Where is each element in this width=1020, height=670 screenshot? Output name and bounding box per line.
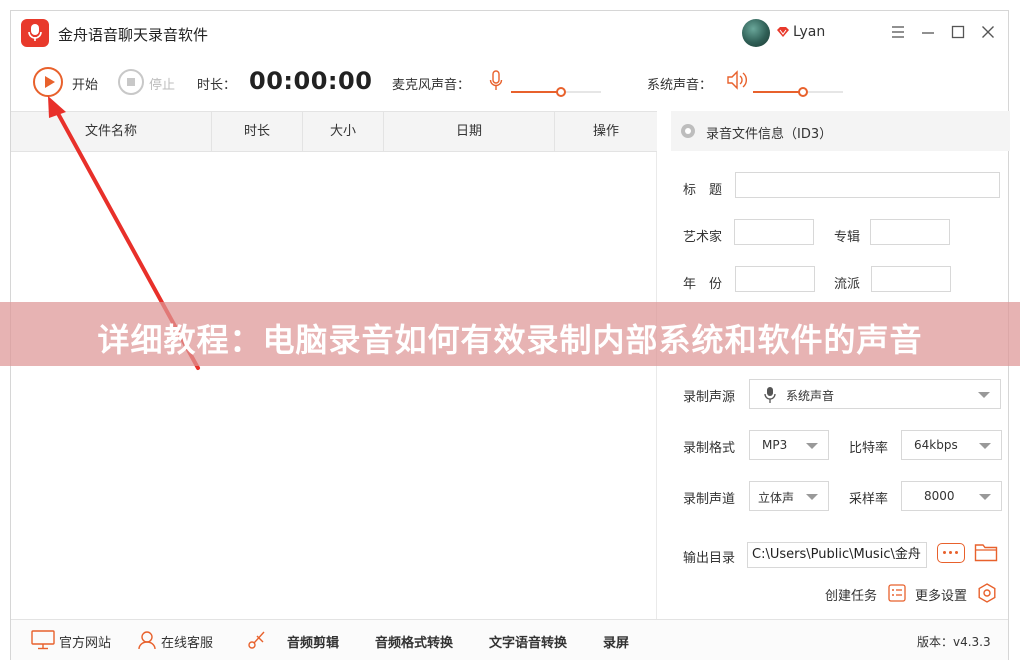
album-field-label: 专辑	[834, 230, 861, 245]
system-volume-label: 系统声音：	[647, 78, 713, 93]
minimize-icon	[922, 32, 934, 34]
genre-field-label: 流派	[834, 277, 861, 292]
column-header-actions: 操作	[592, 124, 619, 139]
system-volume-knob[interactable]	[797, 87, 808, 97]
artist-field-label: 艺术家	[683, 230, 723, 245]
info-icon	[681, 124, 695, 138]
chevron-down-icon	[806, 443, 818, 449]
file-table-header: 文件名称 时长 大小 日期 操作	[11, 111, 657, 152]
app-logo-icon	[21, 19, 49, 47]
version-label: 版本：v4.3.3	[917, 635, 991, 649]
record-channel-value: 立体声	[758, 491, 795, 505]
tutorial-banner: 详细教程：电脑录音如何有效录制内部系统和软件的声音	[0, 302, 1020, 366]
screen-record-link[interactable]: 录屏	[603, 632, 629, 651]
id3-panel-title: 录音文件信息（ID3）	[706, 127, 833, 142]
user-avatar[interactable]	[742, 19, 770, 47]
chevron-down-icon	[806, 494, 818, 500]
minimize-button[interactable]	[916, 21, 940, 45]
samplerate-select[interactable]: 8000	[901, 481, 1002, 511]
bitrate-value: 64kbps	[914, 438, 958, 452]
record-channel-label: 录制声道	[683, 492, 736, 507]
output-dir-label: 输出目录	[683, 551, 736, 566]
title-field-label: 标 题	[683, 183, 723, 198]
dot	[949, 551, 952, 554]
folder-icon[interactable]	[974, 542, 998, 562]
year-field[interactable]	[735, 266, 815, 292]
stop-record-button[interactable]	[118, 69, 144, 95]
mic-volume-fill	[511, 91, 561, 93]
chevron-down-icon	[979, 494, 991, 500]
dot	[943, 551, 946, 554]
start-label[interactable]: 开始	[72, 74, 98, 93]
record-source-value: 系统声音	[786, 389, 835, 403]
mic-volume-label: 麦克风声音：	[392, 78, 471, 93]
maximize-button[interactable]	[946, 21, 970, 45]
scissors-icon	[248, 631, 265, 649]
record-source-select[interactable]: 系统声音	[749, 379, 1001, 409]
id3-panel-header: 录音文件信息（ID3）	[671, 111, 1010, 151]
title-bar: 金舟语音聊天录音软件 Lyan	[11, 11, 1008, 57]
app-title: 金舟语音聊天录音软件	[58, 26, 209, 44]
gear-icon[interactable]	[977, 583, 997, 603]
file-table-body	[11, 152, 657, 619]
audio-format-convert-link[interactable]: 音频格式转换	[375, 632, 453, 651]
record-timer: 00:00:00	[249, 67, 373, 95]
close-button[interactable]	[976, 21, 1000, 45]
samplerate-value: 8000	[924, 489, 955, 503]
stop-label[interactable]: 停止	[149, 74, 175, 93]
column-header-duration[interactable]: 时长	[212, 112, 303, 151]
close-icon	[982, 26, 994, 38]
record-format-select[interactable]: MP3	[749, 430, 829, 460]
record-channel-select[interactable]: 立体声	[749, 481, 829, 511]
column-header-filename[interactable]: 文件名称	[11, 112, 212, 151]
mic-volume-knob[interactable]	[555, 87, 566, 97]
maximize-icon	[951, 25, 965, 39]
vip-diamond-icon	[777, 27, 789, 37]
dot	[955, 551, 958, 554]
create-task-label[interactable]: 创建任务	[825, 585, 877, 604]
record-format-label: 录制格式	[683, 441, 736, 456]
record-toolbar: 开始 停止 时长： 00:00:00 麦克风声音： 系统声音：	[11, 57, 1008, 111]
samplerate-label: 采样率	[849, 492, 889, 507]
microphone-icon	[764, 387, 776, 403]
record-format-value: MP3	[762, 438, 788, 452]
task-list-icon[interactable]	[888, 584, 906, 602]
mic-volume-slider[interactable]	[511, 87, 601, 97]
menu-icon	[892, 26, 904, 38]
username[interactable]: Lyan	[793, 24, 825, 40]
start-record-button[interactable]	[33, 67, 63, 97]
banner-text: 详细教程：电脑录音如何有效录制内部系统和软件的声音	[97, 321, 923, 359]
official-website-link[interactable]: 官方网站	[59, 632, 111, 651]
customer-service-icon	[138, 631, 156, 650]
record-source-label: 录制声源	[683, 390, 736, 405]
duration-label: 时长：	[197, 78, 237, 93]
column-header-date[interactable]: 日期	[384, 112, 555, 151]
chevron-down-icon	[979, 443, 991, 449]
genre-field[interactable]	[871, 266, 951, 292]
audio-edit-link[interactable]: 音频剪辑	[287, 632, 339, 651]
system-volume-slider[interactable]	[753, 87, 843, 97]
output-dir-field[interactable]: C:\Users\Public\Music\金舟	[747, 542, 927, 568]
monitor-icon	[31, 630, 55, 650]
chevron-down-icon	[978, 392, 990, 398]
bitrate-select[interactable]: 64kbps	[901, 430, 1002, 460]
bitrate-label: 比特率	[849, 441, 889, 456]
more-settings-label[interactable]: 更多设置	[915, 585, 967, 604]
text-to-speech-link[interactable]: 文字语音转换	[489, 632, 567, 651]
title-field[interactable]	[735, 172, 1000, 198]
menu-button[interactable]	[886, 21, 910, 45]
online-support-link[interactable]: 在线客服	[161, 632, 213, 651]
footer-bar: 官方网站 在线客服 音频剪辑 音频格式转换 文字语音转换 录屏 版本：v4.3.…	[11, 619, 1008, 660]
artist-field[interactable]	[734, 219, 814, 245]
microphone-icon[interactable]	[489, 70, 503, 92]
year-field-label: 年 份	[683, 277, 723, 292]
system-volume-fill	[753, 91, 803, 93]
album-field[interactable]	[870, 219, 950, 245]
browse-more-button[interactable]	[937, 543, 965, 563]
speaker-icon[interactable]	[726, 69, 748, 91]
column-header-size[interactable]: 大小	[303, 112, 384, 151]
